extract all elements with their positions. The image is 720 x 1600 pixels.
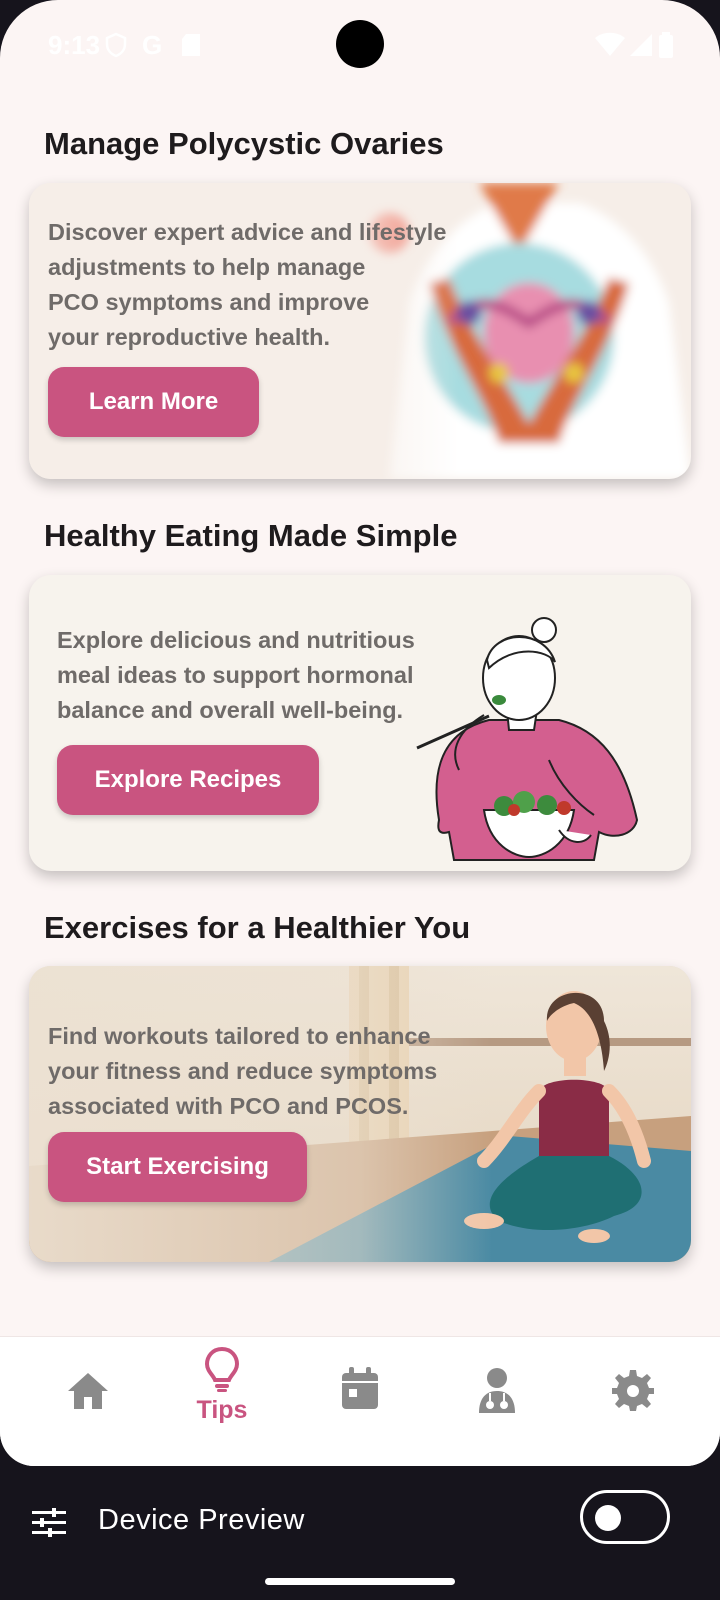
section-title-exercise: Exercises for a Healthier You (44, 910, 471, 945)
pco-description: Discover expert advice and lifestyle adj… (48, 219, 447, 350)
home-icon (68, 1373, 108, 1409)
exercise-description: Find workouts tailored to enhance your f… (48, 1023, 438, 1119)
exercise-card: Find workouts tailored to enhance your f… (29, 966, 691, 1262)
eating-card: Explore delicious and nutritious meal id… (29, 575, 691, 871)
signal-icon (628, 32, 654, 63)
sliders-icon[interactable] (32, 1508, 66, 1538)
device-preview-toggle[interactable] (580, 1490, 670, 1544)
nav-home[interactable] (28, 1337, 148, 1466)
camera-cutout (336, 20, 384, 68)
calendar-icon (342, 1367, 378, 1409)
device-preview-label: Device Preview (98, 1504, 305, 1536)
home-indicator[interactable] (265, 1578, 455, 1585)
toggle-knob (595, 1505, 621, 1531)
learn-more-button[interactable]: Learn More (48, 367, 259, 437)
lightbulb-icon (204, 1346, 240, 1392)
status-bar: 9:13 G (0, 0, 720, 90)
sd-card-icon (180, 32, 202, 63)
doctor-icon (479, 1368, 515, 1413)
section-title-eating: Healthy Eating Made Simple (44, 518, 458, 553)
app-screen: 9:13 G Manage Polycystic Ovaries Discove… (0, 0, 720, 1466)
gear-icon (612, 1370, 654, 1411)
status-time: 9:13 (48, 30, 101, 60)
bottom-navigation: Tips (0, 1336, 720, 1466)
pco-card: Discover expert advice and lifestyle adj… (29, 183, 691, 479)
explore-recipes-button[interactable]: Explore Recipes (57, 745, 319, 815)
nav-tips[interactable]: Tips (162, 1337, 282, 1466)
eating-description: Explore delicious and nutritious meal id… (57, 627, 415, 723)
wifi-icon (594, 32, 626, 63)
battery-icon (658, 32, 674, 63)
start-exercising-button[interactable]: Start Exercising (48, 1132, 307, 1202)
nav-settings[interactable] (573, 1337, 693, 1466)
nav-doctor[interactable] (437, 1337, 557, 1466)
section-title-pco: Manage Polycystic Ovaries (44, 126, 444, 161)
nav-tips-label: Tips (196, 1396, 248, 1424)
device-preview-bar: Device Preview (0, 1466, 720, 1600)
nav-calendar[interactable] (300, 1337, 420, 1466)
shield-icon (104, 32, 128, 63)
g-notification-icon: G (142, 30, 163, 60)
